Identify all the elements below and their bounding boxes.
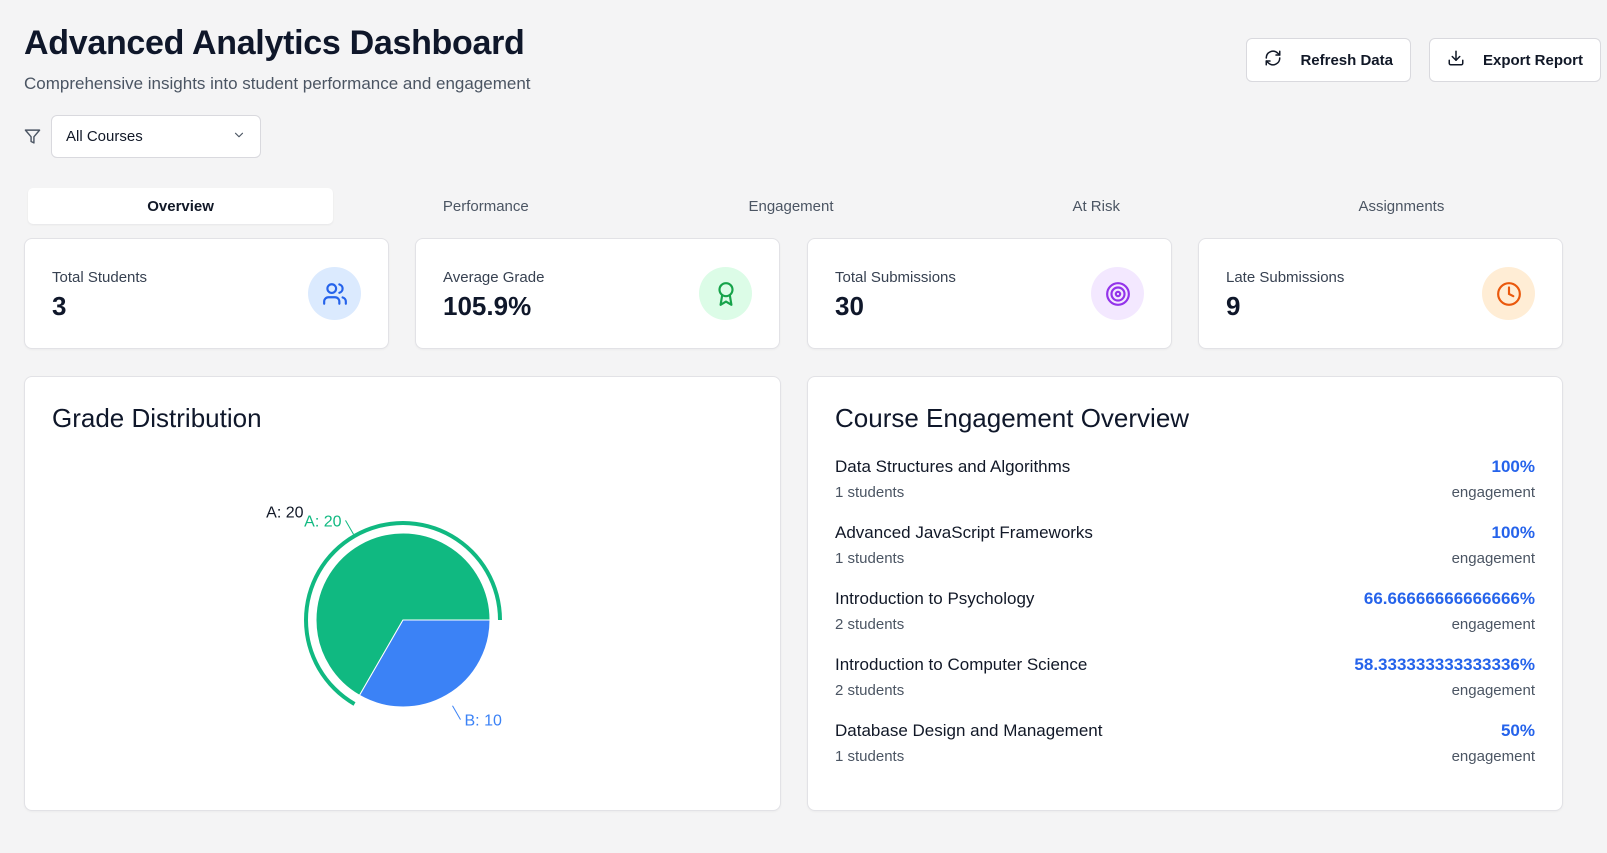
award-icon: [699, 267, 752, 320]
student-count: 1 students: [835, 748, 905, 765]
export-report-label: Export Report: [1482, 51, 1583, 69]
grade-pie-chart: A: 20 A: 20 B: 10: [25, 447, 781, 807]
stat-value: 30: [835, 291, 864, 321]
engagement-list: Data Structures and Algorithms 1 student…: [835, 457, 1535, 787]
course-name: Introduction to Psychology: [835, 589, 1035, 608]
course-select-value: All Courses: [66, 128, 143, 145]
stat-value: 105.9%: [443, 291, 532, 321]
grade-pie-svg: A: 20A: 20 B: 10: [266, 504, 502, 730]
stat-value: 3: [52, 291, 67, 321]
grade-distribution-card: Grade Distribution A: 20 A: 20 B: 10: [24, 376, 781, 811]
list-item: Data Structures and Algorithms 1 student…: [835, 457, 1535, 523]
users-icon: [308, 267, 361, 320]
student-count: 2 students: [835, 616, 905, 633]
engagement-value: 100%: [1491, 523, 1535, 542]
engagement-caption: engagement: [1451, 748, 1535, 765]
list-item: Introduction to Psychology 2 students 66…: [835, 589, 1535, 655]
grade-distribution-title: Grade Distribution: [52, 403, 262, 433]
course-name: Data Structures and Algorithms: [835, 457, 1071, 476]
target-icon: [1091, 267, 1144, 320]
clock-icon: [1482, 267, 1535, 320]
student-count: 1 students: [835, 550, 905, 567]
engagement-value: 100%: [1491, 457, 1535, 476]
list-item: Advanced JavaScript Frameworks 1 student…: [835, 523, 1535, 589]
tab-assignments[interactable]: Assignments: [1249, 188, 1554, 224]
refresh-data-button[interactable]: Refresh Data: [1246, 38, 1411, 82]
header-actions: Refresh Data Export Report: [1246, 38, 1601, 82]
active-slice-label: A: 20: [266, 504, 303, 521]
stat-label: Total Submissions: [835, 269, 956, 286]
course-name: Introduction to Computer Science: [835, 655, 1088, 674]
export-report-button[interactable]: Export Report: [1428, 38, 1601, 82]
engagement-value: 66.66666666666666%: [1363, 589, 1535, 608]
engagement-title: Course Engagement Overview: [835, 403, 1190, 433]
list-item: Database Design and Management 1 student…: [835, 721, 1535, 787]
student-count: 1 students: [835, 484, 905, 501]
student-count: 2 students: [835, 682, 905, 699]
tab-at-risk[interactable]: At Risk: [944, 188, 1249, 224]
engagement-caption: engagement: [1451, 682, 1535, 699]
engagement-value: 58.333333333333336%: [1354, 655, 1535, 674]
dashboard-tabs: Overview Performance Engagement At Risk …: [24, 184, 1558, 228]
filter-icon: [24, 128, 41, 145]
stat-label: Total Students: [52, 269, 148, 286]
chevron-down-icon: [232, 128, 246, 146]
stat-card-total-students: Total Students 3: [24, 238, 389, 349]
tab-overview[interactable]: Overview: [28, 188, 334, 224]
data-label-a: A: 20: [304, 513, 341, 530]
refresh-icon: [1264, 49, 1282, 71]
refresh-data-label: Refresh Data: [1300, 51, 1393, 69]
course-select[interactable]: All Courses: [51, 115, 261, 158]
data-label-b: B: 10: [465, 713, 502, 730]
tab-engagement[interactable]: Engagement: [638, 188, 943, 224]
stat-label: Late Submissions: [1226, 269, 1345, 286]
stat-label: Average Grade: [443, 269, 545, 286]
course-name: Database Design and Management: [835, 721, 1103, 740]
tab-performance[interactable]: Performance: [333, 188, 638, 224]
engagement-caption: engagement: [1451, 484, 1535, 501]
list-item: Introduction to Computer Science 2 stude…: [835, 655, 1535, 721]
stat-card-late-submissions: Late Submissions 9: [1198, 238, 1563, 349]
course-filter-row: All Courses: [24, 115, 261, 158]
engagement-caption: engagement: [1451, 550, 1535, 567]
engagement-card: Course Engagement Overview Data Structur…: [807, 376, 1563, 811]
page-title: Advanced Analytics Dashboard: [24, 24, 525, 62]
label-leader-line: [345, 520, 354, 535]
stat-card-average-grade: Average Grade 105.9%: [415, 238, 780, 349]
stat-value: 9: [1226, 291, 1241, 321]
course-name: Advanced JavaScript Frameworks: [835, 523, 1093, 542]
engagement-value: 50%: [1500, 721, 1535, 740]
download-icon: [1447, 49, 1465, 71]
engagement-caption: engagement: [1451, 616, 1535, 633]
stat-card-total-submissions: Total Submissions 30: [807, 238, 1172, 349]
page-subtitle: Comprehensive insights into student perf…: [24, 74, 531, 93]
label-leader-line: [452, 705, 461, 720]
